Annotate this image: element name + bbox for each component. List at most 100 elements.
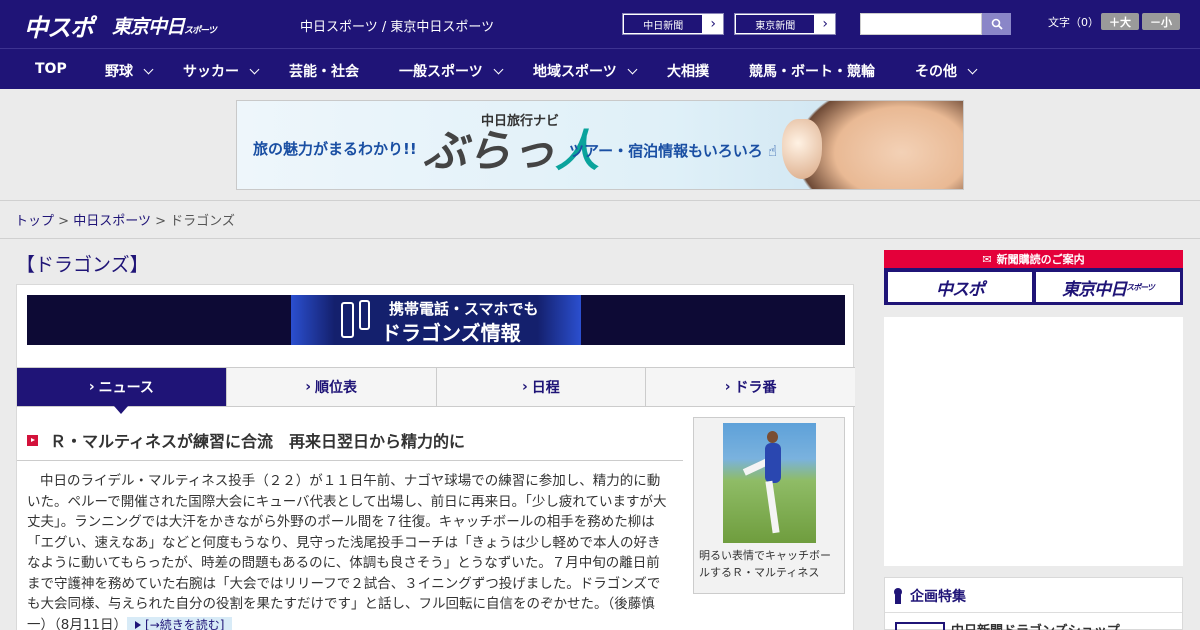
feature-title: 企画特集 <box>910 589 966 605</box>
ad-left-copy: 旅の魅力がまるわかり!! <box>253 140 417 158</box>
mobile-banner-line1: 携帯電話・スマホでも <box>389 300 539 318</box>
nav-item-label: 野球 <box>105 64 133 80</box>
tab-schedule[interactable]: › 日程 <box>435 368 646 406</box>
chevron-down-icon <box>967 64 978 75</box>
breadcrumb: トップ > 中日スポーツ > ドラゴンズ <box>15 210 235 229</box>
tokyo-shimbun-link[interactable]: 東京新聞 › <box>734 13 836 35</box>
main-navigation: TOP 野球 サッカー 芸能・社会 一般スポーツ 地域スポーツ 大相撲 競馬・ボ… <box>0 48 1200 89</box>
subscribe-chunichi-sports-button[interactable]: 中スポ <box>888 272 1032 302</box>
article-title-text: Ｒ・マルティネスが練習に合流 再来日翌日から精力的に <box>50 432 466 451</box>
font-size-label: 文字（0） <box>1048 16 1099 29</box>
mobile-dragons-banner[interactable]: 携帯電話・スマホでも ドラゴンズ情報 <box>27 295 845 345</box>
tab-news[interactable]: › ニュース <box>17 368 226 414</box>
ribbon-icon <box>893 588 903 604</box>
ad-brand-main: ぶらっ <box>423 126 555 177</box>
search-input[interactable] <box>860 13 982 35</box>
mobile-banner-center: 携帯電話・スマホでも ドラゴンズ情報 <box>291 295 581 345</box>
article-photo-box: 明るい表情でキャッチボールするＲ・マルティネス <box>693 417 845 594</box>
shell-image <box>782 119 822 179</box>
nav-item-baseball[interactable]: 野球 <box>105 61 154 81</box>
nav-item-regional-sports[interactable]: 地域スポーツ <box>533 61 638 81</box>
tokyo-chunichi-sports-logo[interactable]: 東京中日スポーツ <box>112 12 217 39</box>
ad-model-image <box>797 101 963 189</box>
title-divider <box>17 460 683 461</box>
chevron-right-icon: › <box>822 16 828 32</box>
nav-item-label: 大相撲 <box>667 64 709 80</box>
feature-phone-icon <box>359 300 370 330</box>
chevron-right-icon: › <box>724 379 731 395</box>
tokyo-chunichi-logo-text: 東京中日 <box>112 16 185 38</box>
nav-item-label: サッカー <box>183 64 239 80</box>
breadcrumb-top[interactable]: トップ <box>15 214 54 229</box>
font-larger-button[interactable]: ＋大 <box>1101 13 1139 30</box>
chevron-right-icon: › <box>710 16 716 32</box>
smartphone-icon <box>341 302 354 338</box>
chevron-down-icon <box>493 64 504 75</box>
feature-divider <box>885 612 1182 613</box>
article-body-text: 中日のライデル・マルティネス投手（２２）が１１日午前、ナゴヤ球場での練習に参加し… <box>27 473 667 630</box>
nav-item-soccer[interactable]: サッカー <box>183 61 260 81</box>
pointing-hand-icon: ☝ <box>768 142 778 160</box>
breadcrumb-chunichi-sports[interactable]: 中日スポーツ <box>73 214 151 229</box>
main-content: 携帯電話・スマホでも ドラゴンズ情報 › ニュース › 順位表 › 日程 › ドラ番 Ｒ… <box>16 284 855 630</box>
nav-item-general-sports[interactable]: 一般スポーツ <box>399 61 504 81</box>
travel-ad-banner[interactable]: 旅の魅力がまるわかり!! 中日旅行ナビ ぶらっ人 ツアー・宿泊情報もいろいろ ☝ <box>236 100 964 190</box>
ad-area: 旅の魅力がまるわかり!! 中日旅行ナビ ぶらっ人 ツアー・宿泊情報もいろいろ ☝ <box>0 90 1200 201</box>
nav-item-racing[interactable]: 競馬・ボート・競輪 <box>749 61 875 81</box>
tab-standings[interactable]: › 順位表 <box>225 368 436 406</box>
mobile-banner-line2: ドラゴンズ情報 <box>381 321 521 345</box>
search-icon <box>991 18 1003 30</box>
photo-caption: 明るい表情でキャッチボールするＲ・マルティネス <box>699 549 831 579</box>
read-more-link[interactable]: [→続きを読む] <box>127 616 233 630</box>
feature-item-dragons-shop[interactable]: 中日新聞ドラゴンズショップ <box>951 620 1120 630</box>
article-photo[interactable] <box>723 423 816 543</box>
dragons-tabs: › ニュース › 順位表 › 日程 › ドラ番 <box>17 367 855 414</box>
chunichi-sports-logo[interactable]: 中スポ <box>24 8 94 43</box>
feature-section: 企画特集 中日新聞ドラゴンズショップ <box>884 577 1183 630</box>
ad-right-copy: ツアー・宿泊情報もいろいろ ☝ <box>569 140 777 161</box>
article-bullet-icon <box>27 434 38 446</box>
chevron-right-icon: › <box>305 379 312 395</box>
play-arrow-icon <box>135 620 142 629</box>
breadcrumb-separator: > <box>155 214 166 229</box>
tab-label: 日程 <box>531 380 560 396</box>
nav-item-entertainment[interactable]: 芸能・社会 <box>289 61 359 81</box>
nav-item-other[interactable]: その他 <box>915 61 978 81</box>
article-body: 中日のライデル・マルティネス投手（２２）が１１日午前、ナゴヤ球場での練習に参加し… <box>27 471 673 630</box>
feature-header: 企画特集 <box>893 586 966 606</box>
tab-label: 順位表 <box>315 380 358 396</box>
nav-item-label: 競馬・ボート・競輪 <box>749 64 875 80</box>
chunichi-shimbun-link[interactable]: 中日新聞 › <box>622 13 724 35</box>
subscribe-tokyo-chunichi-button[interactable]: 東京中日 スポーツ <box>1036 272 1180 302</box>
tab-label: ニュース <box>98 380 154 396</box>
chunichi-shimbun-label: 中日新聞 <box>623 14 704 34</box>
nav-item-label: その他 <box>915 64 957 80</box>
nav-item-label: TOP <box>35 61 67 77</box>
ad-right-copy-text: ツアー・宿泊情報もいろいろ <box>569 142 763 160</box>
tab-label: ドラ番 <box>734 380 777 396</box>
font-smaller-button[interactable]: －小 <box>1142 13 1180 30</box>
chevron-down-icon <box>249 64 260 75</box>
subscription-title: 新聞購読のご案内 <box>996 253 1085 266</box>
subscription-header: ✉ 新聞購読のご案内 <box>884 250 1183 268</box>
nav-item-top[interactable]: TOP <box>35 61 67 77</box>
tokyo-chunichi-logo-suffix: スポーツ <box>184 26 217 36</box>
page-title: 【ドラゴンズ】 <box>16 254 149 276</box>
feature-thumbnail[interactable] <box>895 622 945 630</box>
breadcrumb-current: ドラゴンズ <box>170 214 235 229</box>
tab-beat-reporter[interactable]: › ドラ番 <box>645 368 855 406</box>
search-button[interactable] <box>982 13 1011 35</box>
newspaper-icon: ✉ <box>982 252 992 266</box>
breadcrumb-separator: > <box>58 214 70 229</box>
site-links[interactable]: 中日スポーツ / 東京中日スポーツ <box>300 16 494 35</box>
nav-item-label: 地域スポーツ <box>533 64 617 80</box>
breadcrumb-divider <box>0 238 1200 239</box>
read-more-label: [→続きを読む] <box>145 617 225 630</box>
player-body <box>765 443 781 483</box>
tokyo-shimbun-label: 東京新聞 <box>735 14 816 34</box>
subscribe-tokyo-chunichi-suffix: スポーツ <box>1126 282 1155 292</box>
article-title[interactable]: Ｒ・マルティネスが練習に合流 再来日翌日から精力的に <box>27 428 465 452</box>
nav-item-sumo[interactable]: 大相撲 <box>667 61 709 81</box>
sidebar-ad-slot[interactable] <box>884 317 1183 566</box>
chevron-down-icon <box>143 64 154 75</box>
